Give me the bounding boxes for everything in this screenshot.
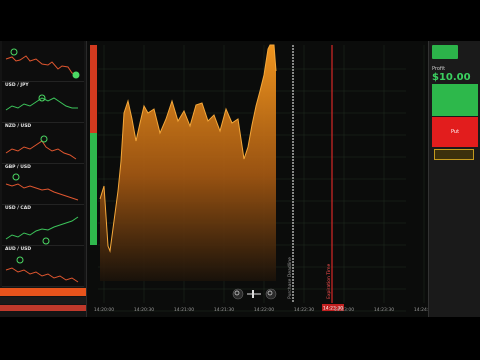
asset-list: USD / JPY NZD / USD GBP / USD USD / CAD … xyxy=(0,41,87,317)
price-chart-svg: Purchase Deadline Expiration Time 14:23:… xyxy=(90,44,428,313)
x-tick-label: 14:20:30 xyxy=(134,307,154,313)
asset-sparkline xyxy=(5,94,78,111)
asset-sparkline xyxy=(5,135,77,160)
asset-sparkline xyxy=(5,256,79,283)
x-tick-label: 14:21:30 xyxy=(214,307,234,313)
put-button[interactable]: Put xyxy=(432,117,478,147)
x-tick-label: 14:24:00 xyxy=(414,307,428,313)
x-tick-label: 14:22:00 xyxy=(254,307,274,313)
x-tick-label: 14:22:30 xyxy=(294,307,314,313)
asset-card[interactable] xyxy=(2,41,84,82)
trade-tab[interactable] xyxy=(432,45,458,59)
sentiment-gauge-call xyxy=(90,133,97,245)
asset-sparkline xyxy=(5,48,80,79)
x-tick-label: 14:23:30 xyxy=(374,307,394,313)
asset-tertiary-button[interactable] xyxy=(0,305,86,311)
asset-primary-button[interactable] xyxy=(0,288,86,296)
purchase-deadline-label: Purchase Deadline xyxy=(287,257,293,299)
asset-card[interactable]: GBP / USD xyxy=(2,164,84,205)
asset-sparkline xyxy=(5,173,79,201)
x-tick-label: 14:21:00 xyxy=(174,307,194,313)
asset-card[interactable]: NZD / USD xyxy=(2,123,84,164)
zoom-slider-handle[interactable] xyxy=(252,290,254,298)
asset-secondary-button[interactable] xyxy=(0,297,86,304)
x-tick-label: 14:23:00 xyxy=(334,307,354,313)
x-tick-label: 14:20:00 xyxy=(94,307,114,313)
zoom-in-icon[interactable] xyxy=(265,288,277,300)
asset-card[interactable]: USD / JPY xyxy=(2,82,84,123)
asset-card[interactable]: AUD / USD xyxy=(2,246,84,287)
price-area xyxy=(100,45,276,281)
confirm-button[interactable] xyxy=(434,149,474,160)
sentiment-gauge-put xyxy=(90,45,97,133)
asset-card[interactable]: USD / CAD xyxy=(2,205,84,246)
price-chart[interactable]: Purchase Deadline Expiration Time 14:23:… xyxy=(88,41,428,317)
expiry-label: Expiration Time xyxy=(326,263,332,299)
trade-panel: Profit $10.00 Put xyxy=(428,41,480,317)
asset-sparkline xyxy=(5,216,79,245)
zoom-controls[interactable] xyxy=(232,288,277,300)
investment-amount[interactable]: $10.00 xyxy=(432,72,471,83)
call-button[interactable] xyxy=(432,84,478,116)
zoom-out-icon[interactable] xyxy=(232,288,244,300)
